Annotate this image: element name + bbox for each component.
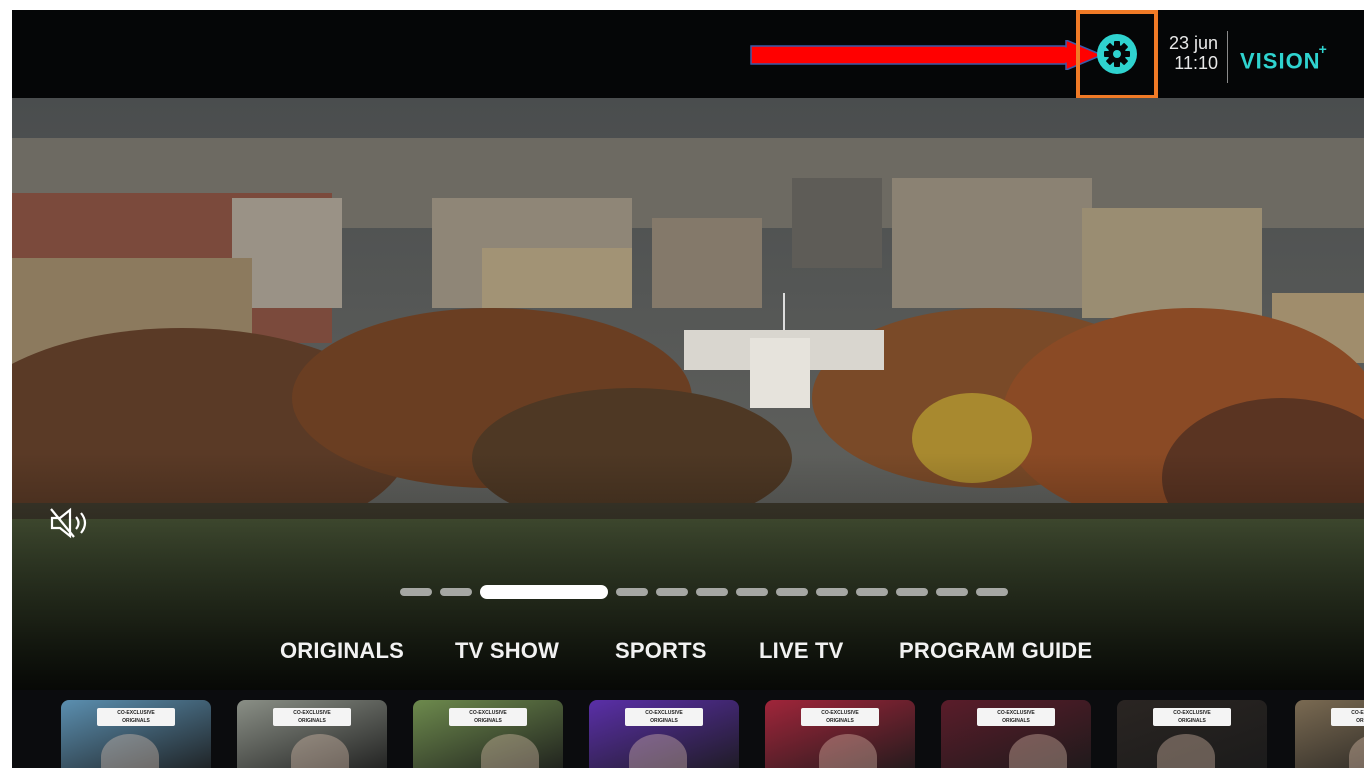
card-thumbnail [1009, 734, 1067, 768]
clock: 23 jun 11:10 [1160, 33, 1218, 73]
top-bar: 23 jun 11:10 VISION+ [12, 10, 1364, 99]
card-thumbnail [291, 734, 349, 768]
badge-line-2: ORIGINALS [474, 718, 502, 724]
card-thumbnail [819, 734, 877, 768]
badge-line-2: ORIGINALS [1356, 718, 1364, 724]
carousel-dot[interactable] [480, 585, 608, 599]
co-exclusive-badge: CO-EXCLUSIVE ORIGINALS [801, 708, 879, 726]
content-card[interactable]: CO-EXCLUSIVE ORIGINALS [413, 700, 563, 768]
content-card[interactable]: CO-EXCLUSIVE ORIGINALS [765, 700, 915, 768]
co-exclusive-badge: CO-EXCLUSIVE ORIGINALS [97, 708, 175, 726]
card-thumbnail [629, 734, 687, 768]
carousel-dot[interactable] [440, 588, 472, 596]
co-exclusive-badge: CO-EXCLUSIVE ORIGINALS [625, 708, 703, 726]
co-exclusive-badge: CO-EXCLUSIVE ORIGINALS [1153, 708, 1231, 726]
co-exclusive-badge: CO-EXCLUSIVE ORIGINALS [1331, 708, 1364, 726]
badge-line-2: ORIGINALS [122, 718, 150, 724]
card-thumbnail [101, 734, 159, 768]
content-card[interactable]: CO-EXCLUSIVE ORIGINALS [589, 700, 739, 768]
carousel-dot[interactable] [400, 588, 432, 596]
logo-text: VISION [1240, 48, 1321, 74]
co-exclusive-badge: CO-EXCLUSIVE ORIGINALS [449, 708, 527, 726]
annotation-arrow [750, 40, 1102, 70]
nav-live-tv[interactable]: LIVE TV [759, 638, 844, 664]
badge-line-2: ORIGINALS [1002, 718, 1030, 724]
content-rail: CO-EXCLUSIVE ORIGINALS CO-EXCLUSIVE ORIGINA… [12, 690, 1364, 768]
carousel-dot[interactable] [696, 588, 728, 596]
time-text: 11:10 [1174, 53, 1218, 73]
nav-sports[interactable]: SPORTS [615, 638, 707, 664]
card-thumbnail [1349, 734, 1364, 768]
carousel-dot[interactable] [856, 588, 888, 596]
vision-plus-logo: VISION+ [1240, 41, 1328, 74]
carousel-dot[interactable] [936, 588, 968, 596]
badge-line-1: CO-EXCLUSIVE [1351, 710, 1364, 716]
co-exclusive-badge: CO-EXCLUSIVE ORIGINALS [273, 708, 351, 726]
carousel-dot[interactable] [976, 588, 1008, 596]
badge-line-1: CO-EXCLUSIVE [293, 710, 331, 716]
content-card[interactable]: CO-EXCLUSIVE ORIGINALS [237, 700, 387, 768]
speaker-muted-icon[interactable] [48, 506, 98, 540]
carousel-dot[interactable] [736, 588, 768, 596]
badge-line-2: ORIGINALS [826, 718, 854, 724]
content-card[interactable]: CO-EXCLUSIVE ORIGINALS [1117, 700, 1267, 768]
badge-line-2: ORIGINALS [1178, 718, 1206, 724]
logo-plus: + [1318, 41, 1328, 57]
carousel-dot[interactable] [896, 588, 928, 596]
content-card[interactable]: CO-EXCLUSIVE ORIGINALS [1295, 700, 1364, 768]
carousel-dot[interactable] [776, 588, 808, 596]
app-frame: 23 jun 11:10 VISION+ ORIGINALS TV SHOW S… [12, 10, 1364, 768]
card-thumbnail [481, 734, 539, 768]
badge-line-1: CO-EXCLUSIVE [645, 710, 683, 716]
date-text: 23 jun [1168, 33, 1218, 53]
nav-originals[interactable]: ORIGINALS [280, 638, 404, 664]
content-card[interactable]: CO-EXCLUSIVE ORIGINALS [61, 700, 211, 768]
nav-tv-show[interactable]: TV SHOW [455, 638, 559, 664]
badge-line-1: CO-EXCLUSIVE [117, 710, 155, 716]
carousel-dot[interactable] [816, 588, 848, 596]
divider [1227, 31, 1228, 83]
card-thumbnail [1157, 734, 1215, 768]
hero-banner[interactable]: ORIGINALS TV SHOW SPORTS LIVE TV PROGRAM… [12, 98, 1364, 690]
co-exclusive-badge: CO-EXCLUSIVE ORIGINALS [977, 708, 1055, 726]
carousel-indicator [400, 585, 1008, 599]
gear-icon[interactable] [1095, 32, 1139, 76]
badge-line-1: CO-EXCLUSIVE [469, 710, 507, 716]
badge-line-2: ORIGINALS [650, 718, 678, 724]
badge-line-2: ORIGINALS [298, 718, 326, 724]
badge-line-1: CO-EXCLUSIVE [1173, 710, 1211, 716]
nav-program-guide[interactable]: PROGRAM GUIDE [899, 638, 1092, 664]
badge-line-1: CO-EXCLUSIVE [821, 710, 859, 716]
carousel-dot[interactable] [616, 588, 648, 596]
badge-line-1: CO-EXCLUSIVE [997, 710, 1035, 716]
hero-image [12, 98, 1364, 690]
category-nav: ORIGINALS TV SHOW SPORTS LIVE TV PROGRAM… [12, 628, 1364, 668]
carousel-dot[interactable] [656, 588, 688, 596]
content-card[interactable]: CO-EXCLUSIVE ORIGINALS [941, 700, 1091, 768]
